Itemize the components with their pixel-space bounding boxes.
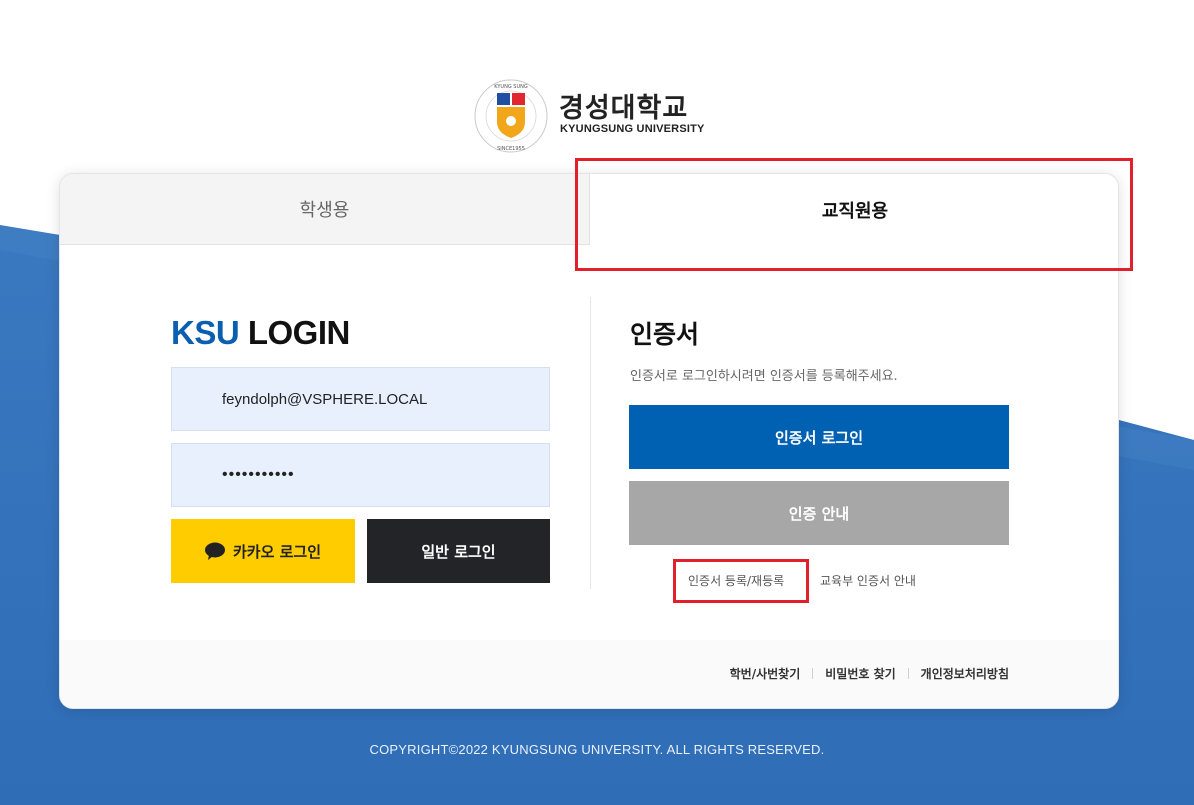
copyright-text: COPYRIGHT©2022 KYUNGSUNG UNIVERSITY. ALL… <box>369 742 825 757</box>
privacy-policy-link[interactable]: 개인정보처리방침 <box>921 665 1009 682</box>
general-login-button[interactable]: 일반 로그인 <box>367 519 550 583</box>
section-divider <box>590 297 591 589</box>
username-value: feyndolph@VSPHERE.LOCAL <box>222 390 428 408</box>
password-input[interactable]: ••••••••••• <box>171 443 550 507</box>
login-card: 학생용 교직원용 KSU LOGIN feyndolph@VSPHERE.LOC… <box>59 173 1119 709</box>
university-seal-icon: KYUNG SUNG SINCE1955 <box>474 79 548 153</box>
certificate-title: 인증서 <box>630 320 700 349</box>
university-logo[interactable]: KYUNG SUNG SINCE1955 경성대학교 KYUNGSUNG UNI… <box>473 78 713 154</box>
card-footer: 학번/사번찾기 비밀번호 찾기 개인정보처리방침 <box>60 640 1118 708</box>
certificate-register-link[interactable]: 인증서 등록/재등록 <box>688 572 784 589</box>
footer-separator <box>907 668 909 679</box>
tab-student[interactable]: 학생용 <box>60 174 589 245</box>
certificate-guide-button[interactable]: 인증 안내 <box>629 481 1009 545</box>
tab-staff[interactable]: 교직원용 <box>589 174 1118 245</box>
footer-links: 학번/사번찾기 비밀번호 찾기 개인정보처리방침 <box>730 665 1009 682</box>
svg-text:KYUNG SUNG: KYUNG SUNG <box>494 84 528 90</box>
university-korean-name: 경성대학교 <box>559 93 689 124</box>
find-password-link[interactable]: 비밀번호 찾기 <box>825 665 895 682</box>
footer-separator <box>812 668 814 679</box>
kakao-login-label: 카카오 로그인 <box>232 542 322 561</box>
password-value: ••••••••••• <box>222 466 295 483</box>
kakao-chat-icon <box>204 542 225 560</box>
title-login: LOGIN <box>247 314 351 351</box>
username-input[interactable]: feyndolph@VSPHERE.LOCAL <box>171 367 550 431</box>
certificate-guide-label: 인증 안내 <box>788 504 850 523</box>
certificate-login-label: 인증서 로그인 <box>774 428 864 447</box>
ksu-login-title: KSU LOGIN <box>171 314 350 352</box>
certificate-login-button[interactable]: 인증서 로그인 <box>629 405 1009 469</box>
title-ksu: KSU <box>171 314 240 351</box>
svg-text:SINCE1955: SINCE1955 <box>497 146 525 152</box>
kakao-login-button[interactable]: 카카오 로그인 <box>171 519 355 583</box>
moe-certificate-link[interactable]: 교육부 인증서 안내 <box>820 572 916 589</box>
university-english-name: KYUNGSUNG UNIVERSITY <box>560 123 705 135</box>
certificate-description: 인증서로 로그인하시려면 인증서를 등록해주세요. <box>630 369 898 384</box>
general-login-label: 일반 로그인 <box>421 542 496 561</box>
find-id-link[interactable]: 학번/사번찾기 <box>730 665 801 682</box>
